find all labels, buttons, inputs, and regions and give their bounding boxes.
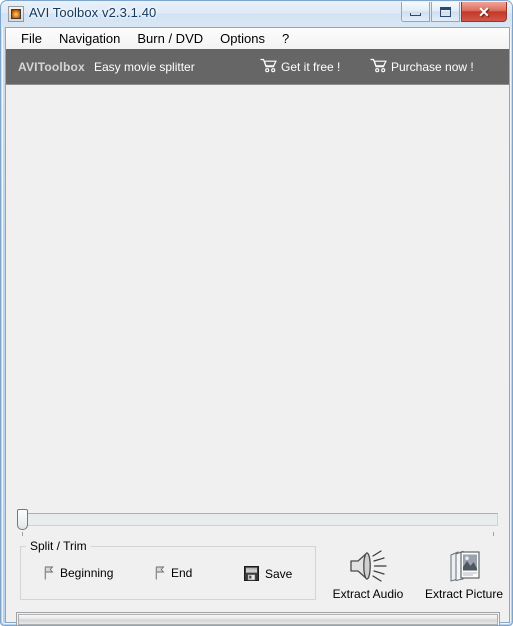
brand-tagline: Easy movie splitter (94, 60, 195, 74)
menu-navigation[interactable]: Navigation (51, 29, 129, 48)
picture-stack-icon (417, 546, 511, 586)
maximize-button[interactable] (431, 2, 460, 22)
menu-help[interactable]: ? (274, 29, 298, 48)
purchase-now-link[interactable]: Purchase now ! (391, 60, 474, 74)
split-end-label: End (171, 566, 193, 580)
minimize-button[interactable] (401, 2, 430, 22)
split-beginning-label: Beginning (60, 566, 114, 580)
get-it-free-link[interactable]: Get it free ! (281, 60, 340, 74)
window-title: AVI Toolbox v2.3.1.40 (29, 5, 157, 20)
menu-file[interactable]: File (13, 29, 51, 48)
split-beginning-button[interactable]: Beginning (43, 566, 113, 580)
speaker-icon (321, 546, 415, 586)
title-bar[interactable]: AVI Toolbox v2.3.1.40 ✕ (1, 1, 512, 27)
trackbar-tick-start (22, 532, 23, 536)
maximize-icon (440, 6, 451, 17)
shopping-cart-icon (370, 58, 387, 73)
extract-picture-button[interactable]: Extract Picture (417, 546, 511, 601)
extract-audio-button[interactable]: Extract Audio (321, 546, 415, 601)
close-icon: ✕ (478, 3, 490, 20)
minimize-icon (410, 12, 421, 16)
extract-audio-label: Extract Audio (332, 587, 404, 601)
client-area: File Navigation Burn / DVD Options ? AVI… (5, 27, 511, 625)
trackbar-groove[interactable] (19, 513, 498, 526)
menu-burn-dvd[interactable]: Burn / DVD (129, 29, 212, 48)
film-frame-icon (8, 6, 24, 22)
split-end-button[interactable]: End (154, 566, 192, 580)
menu-options[interactable]: Options (212, 29, 274, 48)
horizontal-scrollbar[interactable] (16, 612, 500, 625)
flag-icon (44, 566, 54, 580)
timeline-trackbar[interactable] (15, 505, 502, 536)
floppy-disk-icon (244, 566, 259, 581)
trackbar-thumb[interactable] (17, 509, 28, 530)
application-window: AVI Toolbox v2.3.1.40 ✕ File Navigation … (0, 0, 513, 626)
trackbar-tick-end (493, 532, 494, 536)
menu-bar: File Navigation Burn / DVD Options ? (6, 28, 509, 49)
close-button[interactable]: ✕ (461, 2, 507, 22)
shopping-cart-icon (260, 58, 277, 73)
split-save-label: Save (265, 566, 293, 581)
extract-picture-label: Extract Picture (424, 587, 504, 601)
brand-name: AVIToolbox (18, 60, 85, 74)
video-preview-area[interactable] (6, 85, 509, 505)
split-save-button[interactable]: Save (244, 566, 292, 581)
flag-icon (155, 566, 165, 580)
split-trim-legend: Split / Trim (26, 539, 91, 553)
horizontal-scrollbar-thumb[interactable] (18, 614, 498, 625)
ad-banner: AVIToolbox Easy movie splitter Get it fr… (6, 49, 509, 85)
